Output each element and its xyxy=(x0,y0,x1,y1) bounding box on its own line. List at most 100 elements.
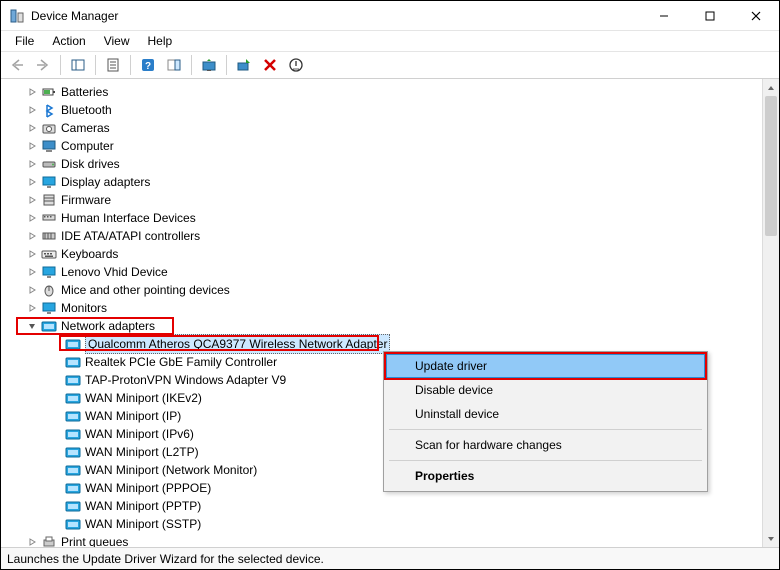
menu-action[interactable]: Action xyxy=(44,32,93,50)
toolbar-action-pane-button[interactable] xyxy=(162,53,186,77)
menu-separator xyxy=(389,460,702,461)
toolbar-back-button[interactable] xyxy=(5,53,29,77)
scroll-thumb[interactable] xyxy=(765,96,777,236)
status-text: Launches the Update Driver Wizard for th… xyxy=(7,552,324,566)
device-tree[interactable]: BatteriesBluetoothCamerasComputerDisk dr… xyxy=(1,79,762,547)
firmware-icon xyxy=(41,192,57,208)
hid-icon xyxy=(41,210,57,226)
menu-help[interactable]: Help xyxy=(140,32,181,50)
toolbar-update-driver-button[interactable] xyxy=(197,53,221,77)
tree-label: Mice and other pointing devices xyxy=(61,281,230,299)
tree-category[interactable]: Firmware xyxy=(5,191,760,209)
menu-view[interactable]: View xyxy=(96,32,138,50)
close-button[interactable] xyxy=(733,1,779,31)
tree-device[interactable]: WAN Miniport (PPTP) xyxy=(5,497,760,515)
chevron-right-icon[interactable] xyxy=(25,157,39,171)
tree-category[interactable]: Mice and other pointing devices xyxy=(5,281,760,299)
chevron-right-icon[interactable] xyxy=(25,265,39,279)
tree-category[interactable]: Cameras xyxy=(5,119,760,137)
chevron-right-icon[interactable] xyxy=(25,283,39,297)
chevron-right-icon[interactable] xyxy=(25,85,39,99)
network-icon xyxy=(65,408,81,424)
display-icon xyxy=(41,264,57,280)
menu-item-label: Update driver xyxy=(415,359,487,373)
tree-category[interactable]: Lenovo Vhid Device xyxy=(5,263,760,281)
network-icon xyxy=(65,516,81,532)
chevron-right-icon[interactable] xyxy=(25,247,39,261)
menu-item-label: Properties xyxy=(415,469,474,483)
title-bar: Device Manager xyxy=(1,1,779,31)
chevron-right-icon[interactable] xyxy=(25,535,39,547)
chevron-right-icon[interactable] xyxy=(25,301,39,315)
tree-category[interactable]: IDE ATA/ATAPI controllers xyxy=(5,227,760,245)
chevron-right-icon[interactable] xyxy=(25,139,39,153)
toolbar-separator xyxy=(130,55,131,75)
tree-label: WAN Miniport (IPv6) xyxy=(85,425,194,443)
context-menu-update-driver[interactable]: Update driver xyxy=(386,354,705,378)
tree-label: Network adapters xyxy=(61,317,155,335)
tree-label: Human Interface Devices xyxy=(61,209,196,227)
tree-label: Display adapters xyxy=(61,173,150,191)
maximize-button[interactable] xyxy=(687,1,733,31)
tree-category[interactable]: Bluetooth xyxy=(5,101,760,119)
toolbar-uninstall-button[interactable] xyxy=(258,53,282,77)
bluetooth-icon xyxy=(41,102,57,118)
tree-label: WAN Miniport (PPPOE) xyxy=(85,479,211,497)
context-menu-scan-hardware[interactable]: Scan for hardware changes xyxy=(387,433,704,457)
chevron-right-icon[interactable] xyxy=(25,103,39,117)
tree-category[interactable]: Disk drives xyxy=(5,155,760,173)
tree-label: Firmware xyxy=(61,191,111,209)
tree-category[interactable]: Human Interface Devices xyxy=(5,209,760,227)
tree-category-print-queues[interactable]: Print queues xyxy=(5,533,760,547)
battery-icon xyxy=(41,84,57,100)
tree-label: Qualcomm Atheros QCA9377 Wireless Networ… xyxy=(85,334,390,354)
context-menu-properties[interactable]: Properties xyxy=(387,464,704,488)
camera-icon xyxy=(41,120,57,136)
toolbar-help-button[interactable]: ? xyxy=(136,53,160,77)
network-icon xyxy=(65,336,81,352)
tree-category[interactable]: Monitors xyxy=(5,299,760,317)
toolbar-separator xyxy=(191,55,192,75)
tree-category-network-adapters[interactable]: Network adapters xyxy=(5,317,760,335)
scroll-down-button[interactable] xyxy=(763,530,779,547)
toolbar-scan-button[interactable] xyxy=(232,53,256,77)
scroll-track[interactable] xyxy=(763,96,779,530)
chevron-right-icon[interactable] xyxy=(25,211,39,225)
chevron-right-icon[interactable] xyxy=(25,229,39,243)
vertical-scrollbar[interactable] xyxy=(762,79,779,547)
network-icon xyxy=(65,498,81,514)
network-icon xyxy=(65,444,81,460)
tree-category[interactable]: Keyboards xyxy=(5,245,760,263)
tree-label: Disk drives xyxy=(61,155,120,173)
display-icon xyxy=(41,174,57,190)
context-menu: Update driver Disable device Uninstall d… xyxy=(383,351,708,492)
toolbar-disable-button[interactable] xyxy=(284,53,308,77)
printer-icon xyxy=(41,534,57,547)
chevron-down-icon[interactable] xyxy=(25,319,39,333)
tree-label: Monitors xyxy=(61,299,107,317)
tree-category[interactable]: Display adapters xyxy=(5,173,760,191)
chevron-right-icon[interactable] xyxy=(25,193,39,207)
minimize-button[interactable] xyxy=(641,1,687,31)
tree-label: WAN Miniport (IP) xyxy=(85,407,181,425)
keyboard-icon xyxy=(41,246,57,262)
scroll-up-button[interactable] xyxy=(763,79,779,96)
tree-label: Computer xyxy=(61,137,114,155)
network-icon xyxy=(65,390,81,406)
context-menu-uninstall-device[interactable]: Uninstall device xyxy=(387,402,704,426)
svg-text:?: ? xyxy=(145,61,151,72)
chevron-right-icon[interactable] xyxy=(25,121,39,135)
toolbar-forward-button[interactable] xyxy=(31,53,55,77)
tree-category[interactable]: Batteries xyxy=(5,83,760,101)
app-icon xyxy=(9,8,25,24)
menu-file[interactable]: File xyxy=(7,32,42,50)
context-menu-disable-device[interactable]: Disable device xyxy=(387,378,704,402)
toolbar-show-tree-button[interactable] xyxy=(66,53,90,77)
tree-device[interactable]: WAN Miniport (SSTP) xyxy=(5,515,760,533)
network-icon xyxy=(65,480,81,496)
mouse-icon xyxy=(41,282,57,298)
chevron-right-icon[interactable] xyxy=(25,175,39,189)
tree-category[interactable]: Computer xyxy=(5,137,760,155)
tree-label: Lenovo Vhid Device xyxy=(61,263,168,281)
toolbar-properties-button[interactable] xyxy=(101,53,125,77)
